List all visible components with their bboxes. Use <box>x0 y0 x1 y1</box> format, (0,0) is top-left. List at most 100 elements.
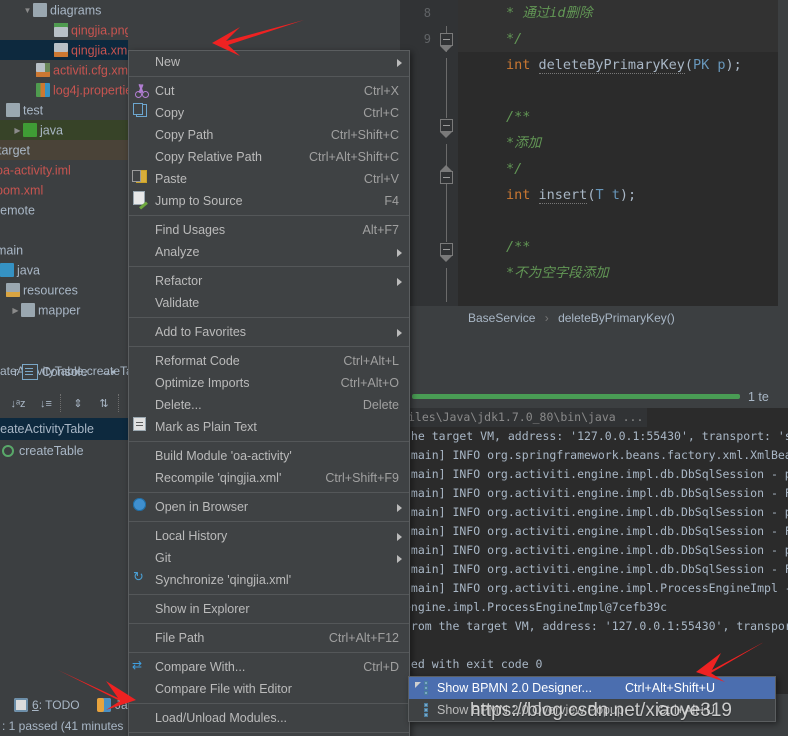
todo-label: : TODO <box>38 698 80 712</box>
code-line[interactable] <box>458 208 788 234</box>
statusbar-todo-button[interactable]: 6: TODO <box>14 694 80 716</box>
menu-item-reformat-code[interactable]: Reformat Code Ctrl+Alt+L <box>129 350 409 372</box>
submenu-arrow-icon <box>397 504 402 512</box>
submenu-item-show-bpmn-2-0-designer[interactable]: Show BPMN 2.0 Designer... Ctrl+Alt+Shift+… <box>409 677 775 699</box>
sort-by-duration-icon[interactable]: ↓≡ <box>36 394 56 414</box>
breadcrumb-class[interactable]: BaseService <box>468 311 535 325</box>
code-token: /** <box>506 239 531 255</box>
code-line[interactable]: * 通过id删除 <box>458 0 788 26</box>
expand-all-icon[interactable]: ⇕ <box>68 394 88 414</box>
code-token: insert <box>538 187 588 204</box>
tree-row-label: java <box>40 123 63 138</box>
menu-item-recompile-qingjia-xml[interactable]: Recompile 'qingjia.xml' Ctrl+Shift+F9 <box>129 467 409 489</box>
res-folder-icon <box>6 282 20 297</box>
menu-item-label: Recompile 'qingjia.xml' <box>155 471 282 485</box>
code-line[interactable]: *不为空字段添加 <box>458 260 788 286</box>
menu-item-load-unload-modules[interactable]: Load/Unload Modules... <box>129 707 409 729</box>
menu-item-copy-path[interactable]: Copy Path Ctrl+Shift+C <box>129 124 409 146</box>
plain-icon <box>133 417 146 431</box>
menu-item-build-module-oa-activity[interactable]: Build Module 'oa-activity' <box>129 445 409 467</box>
tree-row[interactable]: test <box>0 100 128 120</box>
tree-row[interactable]: activiti.cfg.xml <box>0 60 128 80</box>
menu-item-delete[interactable]: Delete... Delete <box>129 394 409 416</box>
tree-row[interactable]: qingjia.png <box>0 20 128 40</box>
code-line[interactable]: *添加 <box>458 130 788 156</box>
code-token: *添加 <box>506 135 542 151</box>
tree-row[interactable]: resources <box>0 280 128 300</box>
test-tree-row[interactable]: reateActivityTable <box>0 418 128 440</box>
tree-row[interactable]: ▶ mapper <box>0 300 128 320</box>
code-line[interactable]: int deleteByPrimaryKey(PK p); <box>458 52 788 78</box>
menu-item-find-usages[interactable]: Find Usages Alt+F7 <box>129 219 409 241</box>
tree-row[interactable]: java <box>0 260 128 280</box>
tree-row[interactable]: ▶ java <box>0 120 128 140</box>
menu-item-file-path[interactable]: File Path Ctrl+Alt+F12 <box>129 627 409 649</box>
test-tree-row[interactable]: createTable <box>0 440 128 462</box>
console-line: [main] INFO org.activiti.engine.impl.db.… <box>404 524 788 538</box>
tree-row-label: java <box>17 263 40 278</box>
tree-row[interactable]: pom.xml <box>0 180 128 200</box>
chevron-right-icon[interactable]: ▶ <box>10 301 21 321</box>
menu-item-add-to-favorites[interactable]: Add to Favorites <box>129 321 409 343</box>
chevron-right-icon[interactable]: ▶ <box>12 121 23 141</box>
editor-fold-strip[interactable] <box>436 0 458 306</box>
tab-console-label[interactable]: Console <box>42 365 88 379</box>
menu-item-validate[interactable]: Validate <box>129 292 409 314</box>
tree-row[interactable]: target <box>0 140 128 160</box>
tree-row[interactable]: main <box>0 240 128 260</box>
soft-wrap-icon[interactable]: →▪ <box>99 365 116 379</box>
breadcrumb[interactable]: BaseService › deleteByPrimaryKey() <box>400 306 788 330</box>
menu-item-shortcut: Delete <box>362 398 399 412</box>
test-passed-icon <box>2 444 14 457</box>
folder-green-icon <box>23 122 37 137</box>
tree-row[interactable]: oa-activity.iml <box>0 160 128 180</box>
tree-row[interactable] <box>0 220 128 240</box>
test-results-tree[interactable]: reateActivityTable createTable <box>0 418 128 488</box>
collapse-all-icon[interactable]: ⇅ <box>94 394 114 414</box>
file-prop-icon <box>36 82 50 97</box>
code-line[interactable]: /** <box>458 234 788 260</box>
menu-item-cut[interactable]: Cut Ctrl+X <box>129 80 409 102</box>
code-editor[interactable]: 8 9 * 通过id删除 */ int deleteByPrimaryKey(PK … <box>400 0 788 306</box>
code-line[interactable]: */ <box>458 156 788 182</box>
sort-alphabetically-icon[interactable]: ↓ᵃz <box>8 394 28 414</box>
tree-row[interactable]: ▼ diagrams <box>0 0 128 20</box>
tree-row[interactable]: log4j.properties <box>0 80 128 100</box>
code-line[interactable]: */ <box>458 26 788 52</box>
menu-item-jump-to-source[interactable]: Jump to Source F4 <box>129 190 409 212</box>
menu-item-mark-as-plain-text[interactable]: Mark as Plain Text <box>129 416 409 438</box>
tree-row[interactable]: remote <box>0 200 128 220</box>
code-line[interactable] <box>458 78 788 104</box>
code-line[interactable]: int insert(T t); <box>458 182 788 208</box>
menu-item-copy[interactable]: Copy Ctrl+C <box>129 102 409 124</box>
run-toolbar[interactable]: ↓ᵃz ↓≡ ⇕ ⇅ <box>0 390 128 418</box>
editor-scrollbar[interactable] <box>778 0 788 306</box>
tab-console[interactable]: r Console →▪ ▸≡ <box>14 360 143 384</box>
context-menu[interactable]: New Cut Ctrl+X Copy Ctrl+C Copy Path Ctrl+Shif… <box>128 50 410 736</box>
chevron-down-icon[interactable]: ▼ <box>22 1 33 21</box>
console-line: engine.impl.ProcessEngineImpl@7cefb39c <box>404 600 668 614</box>
menu-item-shortcut: Ctrl+Alt+O <box>340 376 399 390</box>
project-tree-panel[interactable]: ▼ diagrams qingjia.png qingjia.xml activiti.… <box>0 0 128 330</box>
tree-row[interactable]: qingjia.xml <box>0 40 128 60</box>
menu-item-compare-with[interactable]: ⇄ Compare With... Ctrl+D <box>129 656 409 678</box>
menu-item-paste[interactable]: Paste Ctrl+V <box>129 168 409 190</box>
menu-item-show-in-explorer[interactable]: Show in Explorer <box>129 598 409 620</box>
console-line: [main] INFO org.activiti.engine.impl.db.… <box>404 562 788 576</box>
menu-item-compare-file-with-editor[interactable]: Compare File with Editor <box>129 678 409 700</box>
menu-item-synchronize-qingjia-xml[interactable]: ↻ Synchronize 'qingjia.xml' <box>129 569 409 591</box>
menu-item-git[interactable]: Git <box>129 547 409 569</box>
menu-item-new[interactable]: New <box>129 51 409 73</box>
menu-item-copy-relative-path[interactable]: Copy Relative Path Ctrl+Alt+Shift+C <box>129 146 409 168</box>
code-line[interactable]: /** <box>458 104 788 130</box>
menu-item-refactor[interactable]: Refactor <box>129 270 409 292</box>
menu-item-local-history[interactable]: Local History <box>129 525 409 547</box>
menu-item-optimize-imports[interactable]: Optimize Imports Ctrl+Alt+O <box>129 372 409 394</box>
breadcrumb-member[interactable]: deleteByPrimaryKey() <box>558 311 675 325</box>
menu-item-shortcut: F4 <box>384 194 399 208</box>
tree-row-label: resources <box>23 283 78 298</box>
editor-code-area[interactable]: * 通过id删除 */ int deleteByPrimaryKey(PK p);… <box>458 0 788 306</box>
menu-item-analyze[interactable]: Analyze <box>129 241 409 263</box>
menu-item-open-in-browser[interactable]: Open in Browser <box>129 496 409 518</box>
console-output[interactable]: iles\Java\jdk1.7.0_80\bin\java ... the ta… <box>400 408 788 698</box>
